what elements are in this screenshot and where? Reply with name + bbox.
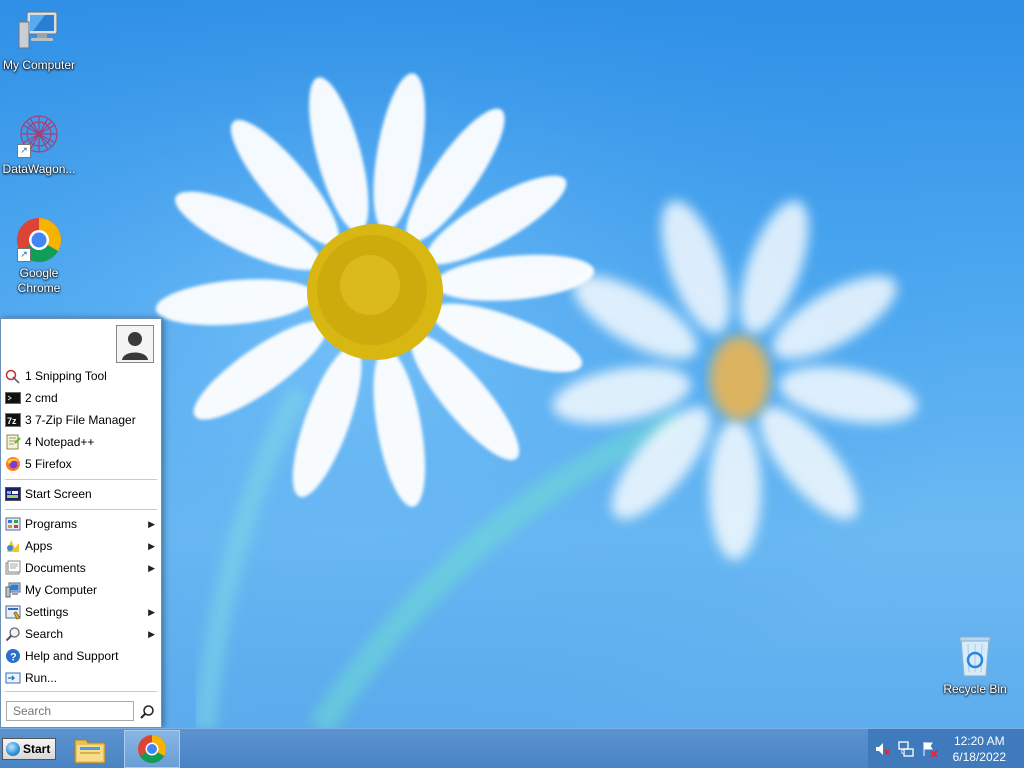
menu-item-documents[interactable]: Documents ▶ <box>1 557 161 579</box>
settings-icon <box>5 605 21 620</box>
start-menu-search-input[interactable] <box>6 701 134 721</box>
clock-time: 12:20 AM <box>953 734 1005 748</box>
start-screen-section: Start Screen <box>1 483 161 505</box>
recent-programs-list: 1 Snipping Tool 2 cmd 7z 3 7-Zip File Ma… <box>1 365 161 475</box>
menu-separator <box>5 479 157 480</box>
menu-item-label: 4 Notepad++ <box>25 435 95 449</box>
menu-item-label: Help and Support <box>25 649 119 663</box>
chrome-icon <box>138 735 166 763</box>
network-icon[interactable] <box>898 741 914 757</box>
start-orb-icon <box>6 742 20 756</box>
clock-date: 6/18/2022 <box>952 750 1006 764</box>
documents-icon <box>5 560 21 575</box>
main-menu-list: Programs ▶ Apps ▶ Documents ▶ My Compute… <box>1 513 161 689</box>
desktop-icon-datawagon[interactable]: ↗ DataWagon... <box>0 112 78 177</box>
submenu-arrow-icon: ▶ <box>148 607 155 617</box>
desktop-icon-recycle-bin[interactable]: Recycle Bin <box>936 632 1014 697</box>
menu-item-cmd[interactable]: 2 cmd <box>1 387 161 409</box>
submenu-arrow-icon: ▶ <box>148 629 155 639</box>
desktop-icon-label: Recycle Bin <box>943 682 1007 696</box>
menu-item-snipping-tool[interactable]: 1 Snipping Tool <box>1 365 161 387</box>
submenu-arrow-icon: ▶ <box>148 519 155 529</box>
7zip-icon: 7z <box>5 413 21 427</box>
menu-item-run[interactable]: Run... <box>1 667 161 689</box>
computer-icon <box>5 582 21 598</box>
menu-item-7zip[interactable]: 7z 3 7-Zip File Manager <box>1 409 161 431</box>
menu-item-label: Settings <box>25 605 69 619</box>
shortcut-arrow-icon: ↗ <box>17 144 31 158</box>
programs-icon <box>5 517 21 531</box>
start-menu: 1 Snipping Tool 2 cmd 7z 3 7-Zip File Ma… <box>0 318 162 728</box>
menu-item-my-computer[interactable]: My Computer <box>1 579 161 601</box>
start-button[interactable]: Start <box>2 738 56 760</box>
menu-item-label: Run... <box>25 671 58 685</box>
search-icon[interactable] <box>139 704 155 720</box>
run-icon <box>5 672 21 684</box>
menu-item-label: 1 Snipping Tool <box>25 369 107 383</box>
file-explorer-icon <box>74 739 106 764</box>
menu-item-label: 3 7-Zip File Manager <box>25 413 136 427</box>
user-icon <box>117 326 153 362</box>
apps-icon <box>7 540 19 552</box>
desktop-icon-google-chrome[interactable]: ↗ Google Chrome <box>0 216 78 296</box>
menu-item-notepadpp[interactable]: 4 Notepad++ <box>1 431 161 453</box>
desktop-icon-my-computer[interactable]: My Computer <box>0 8 78 73</box>
desktop-icon-label: DataWagon... <box>2 162 76 176</box>
datawagon-icon: ↗ <box>15 112 63 160</box>
menu-item-search[interactable]: Search ▶ <box>1 623 161 645</box>
svg-text:?: ? <box>10 652 17 664</box>
menu-item-apps[interactable]: Apps ▶ <box>1 535 161 557</box>
taskbar-clock[interactable]: 12:20 AM 6/18/2022 <box>953 733 1006 765</box>
menu-item-label: 2 cmd <box>25 391 58 405</box>
chrome-icon: ↗ <box>15 216 63 264</box>
menu-item-label: Start Screen <box>25 487 92 501</box>
shortcut-arrow-icon: ↗ <box>17 248 31 262</box>
volume-muted-icon[interactable] <box>874 741 890 757</box>
menu-item-settings[interactable]: Settings ▶ <box>1 601 161 623</box>
menu-item-label: My Computer <box>25 583 98 597</box>
menu-item-label: 5 Firefox <box>25 457 72 471</box>
menu-item-firefox[interactable]: 5 Firefox <box>1 453 161 475</box>
svg-text:7z: 7z <box>7 416 17 426</box>
cmd-icon <box>5 392 21 404</box>
menu-separator <box>5 509 157 510</box>
menu-item-help-and-support[interactable]: ? Help and Support <box>1 645 161 667</box>
desktop-icon-label: My Computer <box>2 58 76 72</box>
submenu-arrow-icon: ▶ <box>148 563 155 573</box>
notepadpp-icon <box>6 434 21 450</box>
start-button-label: Start <box>23 742 51 756</box>
desktop-icon-label: Google Chrome <box>17 266 61 295</box>
menu-separator <box>5 691 157 692</box>
system-tray: 12:20 AM 6/18/2022 <box>868 729 1024 768</box>
firefox-icon <box>6 457 20 471</box>
desktop: My Computer ↗ DataWagon... ↗ Google Chro… <box>0 0 1024 768</box>
search-icon <box>5 627 20 642</box>
action-center-icon[interactable] <box>922 741 938 757</box>
computer-icon <box>15 8 63 56</box>
help-icon: ? <box>6 649 20 664</box>
taskbar-file-explorer-button[interactable] <box>62 730 118 768</box>
start-screen-icon <box>5 487 21 501</box>
menu-item-programs[interactable]: Programs ▶ <box>1 513 161 535</box>
user-avatar[interactable] <box>116 325 154 363</box>
recycle-bin-icon <box>951 632 999 680</box>
menu-item-start-screen[interactable]: Start Screen <box>1 483 161 505</box>
taskbar-chrome-button[interactable] <box>124 730 180 768</box>
menu-item-label: Search <box>25 627 64 641</box>
menu-item-label: Programs <box>25 517 78 531</box>
snipping-tool-icon <box>5 369 20 384</box>
menu-item-label: Apps <box>25 539 53 553</box>
submenu-arrow-icon: ▶ <box>148 541 155 551</box>
taskbar: Start 12:20 AM 6/18/2022 <box>0 728 1024 768</box>
menu-item-label: Documents <box>25 561 86 575</box>
